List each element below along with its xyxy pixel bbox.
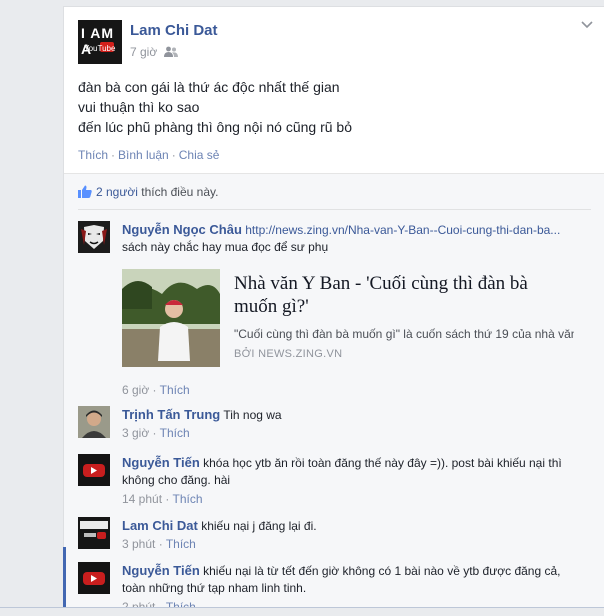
likes-text: thích điều này. (137, 185, 219, 199)
youtube-logo-icon (78, 562, 110, 594)
commenter-avatar[interactable] (78, 221, 110, 253)
preview-image[interactable] (122, 269, 220, 367)
comment-text: sách này chắc hay mua đọc để sư phụ (122, 240, 329, 254)
likers-link[interactable]: 2 người (96, 185, 138, 199)
post-line: vui thuận thì ko sao (78, 99, 200, 115)
thumbs-up-icon (78, 185, 92, 198)
person-photo-icon (78, 406, 110, 438)
post-timestamp[interactable]: 7 giờ (130, 45, 157, 59)
comment-time[interactable]: 3 phút (122, 537, 155, 551)
friends-icon[interactable] (164, 46, 178, 58)
comment-time[interactable]: 3 giờ (122, 426, 149, 440)
comment-link[interactable]: Bình luận (118, 148, 169, 162)
comment-item: Trịnh Tấn Trung Tih nog wa 3 giờ · Thích (78, 406, 591, 444)
comment-time[interactable]: 14 phút (122, 492, 162, 506)
like-link[interactable]: Thích (78, 148, 108, 162)
comment-like-link[interactable]: Thích (166, 537, 196, 551)
youtube-logo-icon (78, 454, 110, 486)
comment-like-link[interactable]: Thích (160, 383, 190, 397)
preview-title[interactable]: Nhà văn Y Ban - 'Cuối cùng thì đàn bà mu… (234, 272, 564, 318)
post-author-name[interactable]: Lam Chi Dat (130, 22, 218, 39)
share-link[interactable]: Chia sẻ (179, 148, 220, 162)
comment-like-link[interactable]: Thích (173, 492, 203, 506)
preview-description: "Cuối cùng thì đàn bà muốn gì" là cuốn s… (234, 327, 574, 341)
comment-body: Nguyễn Tiến khiếu nại là từ tết đến giờ … (122, 562, 587, 597)
comment-item: Lam Chi Dat khiếu nại j đăng lại đi. 3 p… (78, 517, 591, 555)
chevron-down-icon[interactable] (581, 21, 593, 29)
commenter-avatar[interactable] (78, 406, 110, 438)
comment-meta: 6 giờ · Thích (122, 383, 190, 397)
commenter-name[interactable]: Lam Chi Dat (122, 518, 198, 533)
comment-time[interactable]: 6 giờ (122, 383, 149, 397)
comment-url[interactable]: http://news.zing.vn/Nha-van-Y-Ban--Cuoi-… (245, 223, 560, 237)
commenter-name[interactable]: Nguyễn Tiến (122, 563, 200, 578)
comment-body: Lam Chi Dat khiếu nại j đăng lại đi. (122, 517, 587, 535)
comment-like-link[interactable]: Thích (160, 426, 190, 440)
post-message: đàn bà con gái là thứ ác độc nhất thế gi… (78, 77, 352, 137)
divider (78, 209, 591, 210)
comment-meta: 3 giờ · Thích (122, 426, 190, 440)
commenter-avatar[interactable] (78, 517, 110, 549)
post-line: đến lúc phũ phàng thì ông nội nó cũng rũ… (78, 119, 352, 135)
avatar-subtext: YouTube (84, 44, 116, 53)
commenter-avatar[interactable] (78, 562, 110, 594)
post-actions: Thích · Bình luận · Chia sẻ (78, 148, 220, 162)
comment-text: Tih nog wa (223, 408, 282, 422)
comment-body: Trịnh Tấn Trung Tih nog wa (122, 406, 587, 424)
comment-body: Nguyễn Tiến khóa học ytb ăn rồi toàn đăn… (122, 454, 587, 489)
author-avatar[interactable]: I AM A YouTube (78, 20, 122, 64)
comment-meta: 3 phút · Thích (122, 537, 196, 551)
preview-source: BỞI NEWS.ZING.VN (234, 348, 343, 360)
commenter-name[interactable]: Nguyễn Tiến (122, 455, 200, 470)
commenter-name[interactable]: Nguyễn Ngọc Châu (122, 222, 242, 237)
link-preview[interactable]: Nhà văn Y Ban - 'Cuối cùng thì đàn bà mu… (122, 269, 574, 373)
post-line: đàn bà con gái là thứ ác độc nhất thế gi… (78, 79, 340, 95)
commenter-name[interactable]: Trịnh Tấn Trung (122, 407, 220, 422)
comment-item: Nguyễn Tiến khóa học ytb ăn rồi toàn đăn… (78, 454, 591, 510)
post-card: I AM A YouTube Lam Chi Dat 7 giờ đàn bà … (63, 6, 604, 616)
preview-photo (122, 269, 220, 367)
comment-body: Nguyễn Ngọc Châu http://news.zing.vn/Nha… (122, 221, 587, 256)
comments-section: 2 người thích điều này. Nguyễn Ngọc Châu… (64, 173, 604, 616)
comment-meta: 14 phút · Thích (122, 492, 203, 506)
comment-text: khiếu nại j đăng lại đi. (201, 519, 317, 533)
commenter-avatar[interactable] (78, 454, 110, 486)
likes-summary: 2 người thích điều này. (78, 185, 218, 199)
new-comment-highlight (63, 547, 66, 609)
mask-avatar-icon (81, 225, 107, 249)
comment-item: Nguyễn Ngọc Châu http://news.zing.vn/Nha… (78, 221, 591, 399)
i-am-a-youtuber-avatar (78, 517, 110, 549)
